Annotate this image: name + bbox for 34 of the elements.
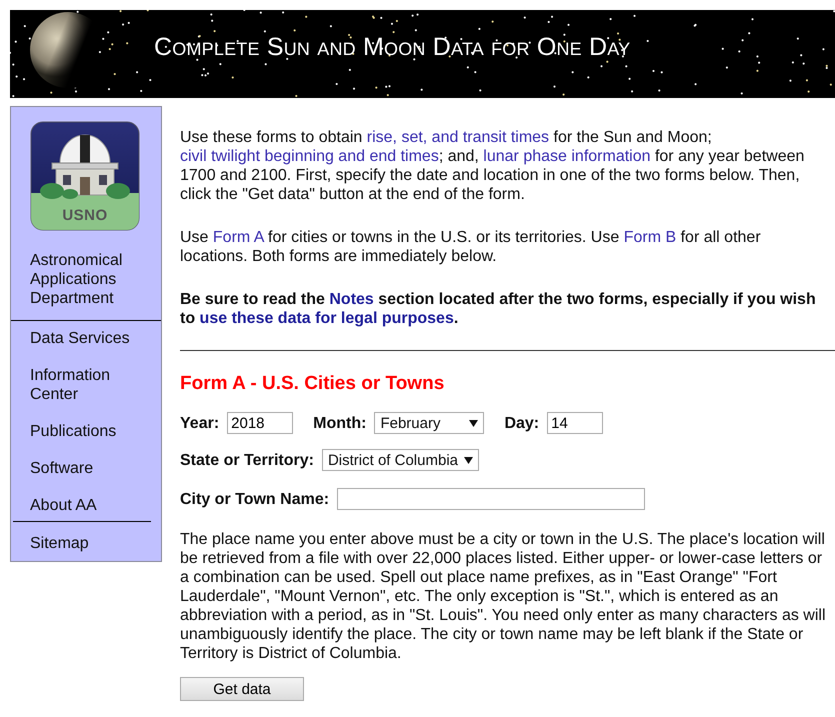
state-label: State or Territory: xyxy=(180,450,314,470)
caret-icon xyxy=(464,456,473,464)
logo-text: USNO xyxy=(61,207,109,224)
sidebar-link[interactable]: Software xyxy=(30,459,140,478)
year-label: Year: xyxy=(180,414,220,432)
form-title: Form A - U.S. Cities or Towns xyxy=(180,373,446,395)
city-label: City or Town Name: xyxy=(180,490,330,508)
link[interactable]: Notes xyxy=(329,291,374,308)
intro-paragraph: Use these forms to obtain rise, set, and transit times for the Sun and Moon; civil twilight beginning and end times; and, lunar phase information for any year between 1700 and 2100. First, specify the date and location in one of the two forms below. Then, click the "Get data" button at the end of the form. xyxy=(180,128,806,204)
month-label: Month: xyxy=(313,414,366,432)
link[interactable]: Form B xyxy=(624,229,676,246)
day-input[interactable]: 14 xyxy=(547,412,604,434)
sidebar-link[interactable]: Publications xyxy=(30,422,140,441)
sidebar-link[interactable]: Sitemap xyxy=(30,534,140,553)
page-title: Complete Sun and Moon Data for One Day xyxy=(154,32,630,62)
sidebar-link[interactable]: Data Services xyxy=(30,329,140,348)
day-label: Day: xyxy=(504,414,540,432)
sidebar-link[interactable]: Information Center xyxy=(30,366,140,404)
get-data-button[interactable]: Get data xyxy=(180,677,304,701)
caret-icon xyxy=(469,420,478,426)
intro-paragraph: Use Form A for cities or towns in the U.S. or its territories. Use Form B for all other locations. Both forms are immediately below. xyxy=(180,228,762,266)
month-dropdown[interactable]: February xyxy=(374,412,484,434)
sidebar-link[interactable]: About AA xyxy=(30,496,140,515)
year-input[interactable]: 2018 xyxy=(227,412,294,434)
link[interactable]: Form A xyxy=(212,229,264,246)
link[interactable]: lunar phase information xyxy=(483,148,651,165)
city-input[interactable] xyxy=(337,488,646,510)
intro-paragraph: Be sure to read the Notes section located after the two forms, especially if you wish to use these data for legal purposes. xyxy=(180,290,817,328)
state-dropdown[interactable]: District of Columbia xyxy=(322,449,479,471)
link[interactable]: rise, set, and transit times xyxy=(366,129,550,146)
instructions-text: The place name you enter above must be a city or town in the U.S. The place's location will be retrieved from a file with over 22,000 places listed. Either upper- or lower-case letters or a combination can be used. Spell out place name prefixes, as in "East Orange" "Fort Lauderdale", "Mount Vernon", etc. The only exception is "St.", which is entered as an abbreviation with a period, as in "St. Louis". You need only enter as many characters as will unambiguously identify the place. The city or town name may be left blank if the State or Territory is District of Columbia. xyxy=(180,530,826,663)
link[interactable]: use these data for legal purposes xyxy=(200,310,454,327)
department-name: Astronomical Applications Department xyxy=(30,251,124,308)
link[interactable]: civil twilight beginning and end times xyxy=(180,148,439,165)
